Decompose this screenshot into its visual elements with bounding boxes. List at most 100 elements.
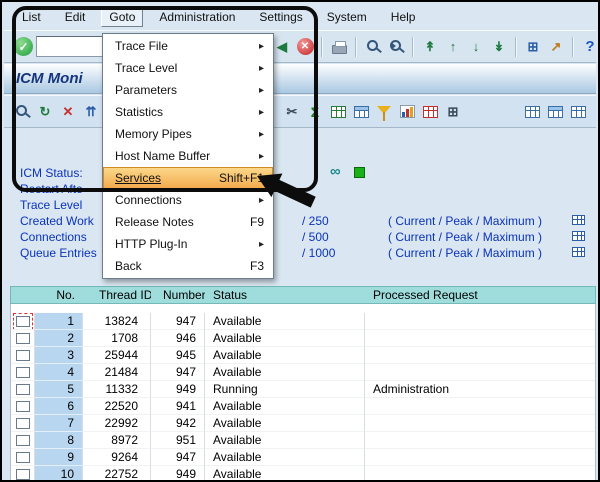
menu-system[interactable]: System: [319, 7, 375, 27]
refresh-button[interactable]: ↻: [35, 102, 55, 122]
detail-grid-icon[interactable]: [572, 231, 585, 241]
row-number-cell[interactable]: 8: [35, 432, 83, 449]
menu-item-trace-file[interactable]: Trace File ▸: [103, 35, 273, 57]
thread-id-cell: 22992: [83, 415, 151, 432]
last-page-button[interactable]: ↡: [489, 37, 509, 57]
table-row[interactable]: 7 22992 942 Available: [11, 415, 595, 432]
row-number-cell[interactable]: 4: [35, 364, 83, 381]
row-checkbox[interactable]: [16, 401, 30, 412]
filter-button[interactable]: [374, 102, 394, 122]
sort-ascending-icon: ⇈: [86, 105, 97, 118]
detail-grid-icon[interactable]: [572, 247, 585, 257]
detail-grid-icon[interactable]: [572, 215, 585, 225]
delete-button[interactable]: ✕: [58, 102, 78, 122]
row-select-cell[interactable]: [11, 364, 35, 381]
row-select-cell[interactable]: [11, 466, 35, 482]
table-row[interactable]: 8 8972 951 Available: [11, 432, 595, 449]
row-number-cell[interactable]: 6: [35, 398, 83, 415]
sum-button[interactable]: Σ: [305, 102, 325, 122]
row-select-cell[interactable]: [11, 313, 35, 330]
row-select-cell[interactable]: [11, 381, 35, 398]
settings-button[interactable]: ⊞: [443, 102, 463, 122]
row-select-cell[interactable]: [11, 432, 35, 449]
print-preview-button[interactable]: [545, 102, 565, 122]
create-shortcut-button[interactable]: ↗: [546, 37, 566, 57]
chart-button[interactable]: [397, 102, 417, 122]
table-row[interactable]: 4 21484 947 Available: [11, 364, 595, 381]
menu-administration[interactable]: Administration: [151, 7, 243, 27]
header-no[interactable]: No.: [35, 288, 83, 302]
menu-help[interactable]: Help: [383, 7, 424, 27]
header-status[interactable]: Status: [205, 288, 365, 302]
header-number[interactable]: Number: [151, 288, 205, 302]
menu-item-http-plug-in[interactable]: HTTP Plug-In ▸: [103, 233, 273, 255]
next-page-button[interactable]: ↓: [466, 37, 486, 57]
menu-goto[interactable]: Goto: [101, 7, 143, 27]
new-session-button[interactable]: ⊞: [523, 37, 543, 57]
menu-edit[interactable]: Edit: [57, 7, 94, 27]
request-cell: [365, 347, 595, 364]
table-row[interactable]: 5 11332 949 Running Administration: [11, 381, 595, 398]
table-view-button[interactable]: [351, 102, 371, 122]
table-row[interactable]: 9 9264 947 Available: [11, 449, 595, 466]
menu-item-trace-level[interactable]: Trace Level ▸: [103, 57, 273, 79]
menu-list[interactable]: List: [14, 7, 49, 27]
header-thread-id[interactable]: Thread ID: [83, 288, 151, 302]
menu-item-parameters[interactable]: Parameters ▸: [103, 79, 273, 101]
row-select-cell[interactable]: [11, 330, 35, 347]
column-config-button[interactable]: [568, 102, 588, 122]
table-row[interactable]: 3 25944 945 Available: [11, 347, 595, 364]
row-checkbox[interactable]: [16, 384, 30, 395]
row-checkbox[interactable]: [16, 316, 30, 327]
row-checkbox[interactable]: [16, 350, 30, 361]
toolbar-separator: [572, 37, 574, 57]
first-page-button[interactable]: ↟: [420, 37, 440, 57]
row-checkbox[interactable]: [16, 367, 30, 378]
choose-layout-button[interactable]: [522, 102, 542, 122]
details-button[interactable]: [12, 102, 32, 122]
table-row[interactable]: 1 13824 947 Available: [11, 313, 595, 330]
row-checkbox[interactable]: [16, 469, 30, 480]
row-number-cell[interactable]: 1: [35, 313, 83, 330]
row-number-cell[interactable]: 3: [35, 347, 83, 364]
row-number-cell[interactable]: 9: [35, 449, 83, 466]
menu-item-release-notes[interactable]: Release Notes F9: [103, 211, 273, 233]
status-cell: Available: [205, 449, 365, 466]
enter-button[interactable]: ✓: [14, 37, 33, 56]
row-number-cell[interactable]: 2: [35, 330, 83, 347]
menu-item-label: Host Name Buffer: [115, 149, 259, 163]
row-checkbox[interactable]: [16, 418, 30, 429]
find-button[interactable]: [363, 37, 383, 57]
sort-ascending-button[interactable]: ⇈: [81, 102, 101, 122]
find-next-button[interactable]: [386, 37, 406, 57]
menu-item-memory-pipes[interactable]: Memory Pipes ▸: [103, 123, 273, 145]
help-button[interactable]: ?: [580, 37, 600, 57]
row-number-cell[interactable]: 10: [35, 466, 83, 482]
cancel-button[interactable]: ✕: [295, 37, 315, 57]
menu-item-back[interactable]: Back F3: [103, 255, 273, 277]
table-row[interactable]: 6 22520 941 Available: [11, 398, 595, 415]
menu-settings[interactable]: Settings: [251, 7, 310, 27]
header-processed-request[interactable]: Processed Request: [365, 288, 595, 302]
row-select-cell[interactable]: [11, 347, 35, 364]
row-select-cell[interactable]: [11, 415, 35, 432]
table-row[interactable]: 10 22752 949 Available: [11, 466, 595, 482]
menu-item-statistics[interactable]: Statistics ▸: [103, 101, 273, 123]
prev-page-button[interactable]: ↑: [443, 37, 463, 57]
row-checkbox[interactable]: [16, 452, 30, 463]
menu-item-services[interactable]: Services Shift+F1: [103, 167, 273, 189]
print-button[interactable]: [329, 37, 349, 57]
row-select-cell[interactable]: [11, 449, 35, 466]
row-select-cell[interactable]: [11, 398, 35, 415]
menu-item-host-name-buffer[interactable]: Host Name Buffer ▸: [103, 145, 273, 167]
row-checkbox[interactable]: [16, 435, 30, 446]
menu-item-connections[interactable]: Connections ▸: [103, 189, 273, 211]
cut-button[interactable]: ✂: [282, 102, 302, 122]
row-number-cell[interactable]: 7: [35, 415, 83, 432]
back-button[interactable]: ◀: [272, 37, 292, 57]
row-number-cell[interactable]: 5: [35, 381, 83, 398]
table-row[interactable]: 2 1708 946 Available: [11, 330, 595, 347]
row-checkbox[interactable]: [16, 333, 30, 344]
export-button[interactable]: [328, 102, 348, 122]
layout-grid-button[interactable]: [420, 102, 440, 122]
